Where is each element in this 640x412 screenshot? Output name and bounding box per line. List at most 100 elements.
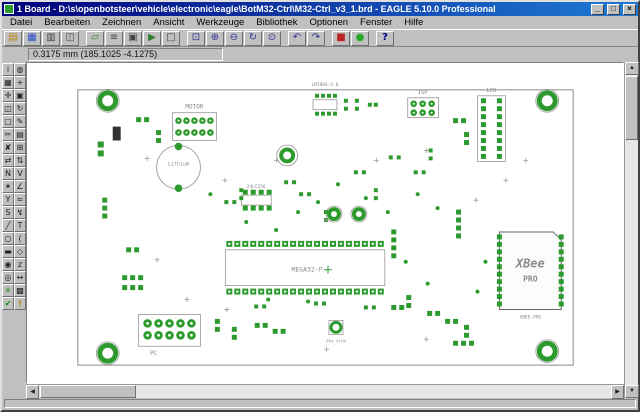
coordinate-bar: 0.3175 mm (185.1025 -4.1275): [2, 47, 638, 62]
replace-tool-button[interactable]: ⇅: [14, 154, 26, 167]
pinswap-tool-button[interactable]: ⇄: [2, 154, 14, 167]
autorouter-tool-button[interactable]: ▩: [14, 284, 26, 297]
zoom-in-button[interactable]: ⊕: [206, 30, 224, 46]
text-tool-button[interactable]: T: [14, 219, 26, 232]
xbee-pro-text: PRO: [523, 275, 538, 284]
horizontal-scrollbar[interactable]: ◀ ▶: [26, 384, 624, 399]
status-panel: [4, 399, 636, 408]
rotate-tool-button[interactable]: ↻: [14, 102, 26, 115]
component-trimmer: Pot trim: [326, 319, 346, 343]
scroll-down-button[interactable]: ▼: [625, 385, 639, 398]
move-tool-button[interactable]: ✛: [2, 89, 14, 102]
save-button[interactable]: ▦: [23, 30, 41, 46]
pcb-drawing: MOTOR ISP LCD LM2904-5.0 Lithium 24LC256…: [77, 82, 574, 366]
minimize-button[interactable]: _: [591, 3, 604, 15]
component-xbee-module: XBee PRO XBEE-PRO: [496, 231, 564, 320]
wire-tool-button[interactable]: ╱: [2, 219, 14, 232]
miter-tool-button[interactable]: ∠: [14, 180, 26, 193]
menu-fenster[interactable]: Fenster: [354, 16, 398, 29]
route-tool-button[interactable]: S: [2, 206, 14, 219]
menu-datei[interactable]: Datei: [4, 16, 38, 29]
maximize-button[interactable]: □: [607, 3, 620, 15]
circle-tool-button[interactable]: ○: [2, 232, 14, 245]
polygon-tool-button[interactable]: ◇: [14, 245, 26, 258]
cut-tool-button[interactable]: ✂: [2, 128, 14, 141]
titlebar: 1 Board - D:\s\openbotsteer\vehicle\elec…: [2, 2, 638, 16]
horizontal-scroll-thumb[interactable]: [40, 385, 136, 398]
ripup-tool-button[interactable]: ↯: [14, 206, 26, 219]
menu-bibliothek[interactable]: Bibliothek: [250, 16, 303, 29]
delete-tool-button[interactable]: ✘: [2, 141, 14, 154]
add-tool-button[interactable]: ⊞: [14, 141, 26, 154]
scroll-left-button[interactable]: ◀: [26, 385, 39, 399]
close-button[interactable]: ×: [623, 3, 636, 15]
name-tool-button[interactable]: N: [2, 167, 14, 180]
ratsnest-tool-button[interactable]: ✳: [2, 284, 14, 297]
pc-label: PC: [150, 350, 158, 357]
board-schematic-button[interactable]: ▱: [86, 30, 104, 46]
undo-button[interactable]: ↶: [288, 30, 306, 46]
mcu-label: MEGA32-P: [291, 266, 322, 274]
horizontal-scroll-track[interactable]: [39, 385, 611, 398]
show-tool-button[interactable]: ◍: [14, 63, 26, 76]
menu-werkzeuge[interactable]: Werkzeuge: [190, 16, 250, 29]
smash-tool-button[interactable]: ✶: [2, 180, 14, 193]
value-tool-button[interactable]: V: [14, 167, 26, 180]
lcd-label: LCD: [486, 88, 496, 94]
dimension-tool-button[interactable]: ↔: [14, 271, 26, 284]
stop-button[interactable]: ■: [332, 30, 350, 46]
library-button[interactable]: ≡: [105, 30, 123, 46]
mark-tool-button[interactable]: +: [14, 76, 26, 89]
vertical-scroll-track[interactable]: [625, 75, 638, 385]
open-file-button[interactable]: ▤: [4, 30, 22, 46]
motor-label: MOTOR: [185, 104, 203, 111]
hole-tool-button[interactable]: ◎: [2, 271, 14, 284]
command-tool-palette: i ◍ ▦ + ✛ ▣ ◫ ↻ ▢ ✎ ✂ ▤ ✘ ⊞ ⇄ ⇅ N V ✶ ∠ …: [2, 62, 26, 398]
board-drawing-canvas[interactable]: MOTOR ISP LCD LM2904-5.0 Lithium 24LC256…: [26, 62, 624, 384]
optimize-tool-button[interactable]: ≈: [14, 193, 26, 206]
info-tool-button[interactable]: i: [2, 63, 14, 76]
split-tool-button[interactable]: Y: [2, 193, 14, 206]
battery-label: Lithium: [168, 161, 189, 167]
zoom-select-button[interactable]: ⊙: [263, 30, 281, 46]
menu-hilfe[interactable]: Hilfe: [398, 16, 429, 29]
vertical-scroll-thumb[interactable]: [625, 76, 638, 140]
zoom-out-button[interactable]: ⊖: [225, 30, 243, 46]
go-button[interactable]: ●: [351, 30, 369, 46]
scroll-right-button[interactable]: ▶: [611, 385, 624, 399]
via-tool-button[interactable]: ◉: [2, 258, 14, 271]
print-button[interactable]: ▥: [42, 30, 60, 46]
paste-tool-button[interactable]: ▤: [14, 128, 26, 141]
window-title: 1 Board - D:\s\openbotsteer\vehicle\elec…: [17, 4, 496, 14]
change-tool-button[interactable]: ✎: [14, 115, 26, 128]
new-window-button[interactable]: □: [162, 30, 180, 46]
zoom-redraw-button[interactable]: ↻: [244, 30, 262, 46]
errors-tool-button[interactable]: !: [14, 297, 26, 310]
cursor-position-readout: 0.3175 mm (185.1025 -4.1275): [28, 48, 223, 61]
main-toolbar: ▤ ▦ ▥ ◫ ▱ ≡ ▣ ▶ □ ⊡ ⊕ ⊖ ↻ ⊙ ↶ ↷ ■ ● ?: [2, 29, 638, 47]
menu-ansicht[interactable]: Ansicht: [147, 16, 190, 29]
group-tool-button[interactable]: ▢: [2, 115, 14, 128]
xbee-logo-text: XBee: [515, 257, 545, 271]
run-script-button[interactable]: ▶: [143, 30, 161, 46]
drc-tool-button[interactable]: ✔: [2, 297, 14, 310]
menu-zeichnen[interactable]: Zeichnen: [96, 16, 147, 29]
isp-label: ISP: [418, 90, 429, 96]
arc-tool-button[interactable]: (: [14, 232, 26, 245]
display-tool-button[interactable]: ▦: [2, 76, 14, 89]
vertical-scrollbar[interactable]: ▲ ▼: [624, 62, 639, 398]
component-diode: [112, 126, 121, 141]
menu-bearbeiten[interactable]: Bearbeiten: [38, 16, 96, 29]
redo-button[interactable]: ↷: [307, 30, 325, 46]
cam-processor-button[interactable]: ◫: [61, 30, 79, 46]
signal-tool-button[interactable]: z: [14, 258, 26, 271]
menu-optionen[interactable]: Optionen: [303, 16, 354, 29]
mirror-tool-button[interactable]: ◫: [2, 102, 14, 115]
copy-tool-button[interactable]: ▣: [14, 89, 26, 102]
regulator-label: LM2904-5.0: [312, 82, 339, 88]
rect-tool-button[interactable]: ▬: [2, 245, 14, 258]
zoom-fit-button[interactable]: ⊡: [187, 30, 205, 46]
scroll-up-button[interactable]: ▲: [625, 62, 639, 75]
script-button[interactable]: ▣: [124, 30, 142, 46]
help-button[interactable]: ?: [376, 30, 394, 46]
